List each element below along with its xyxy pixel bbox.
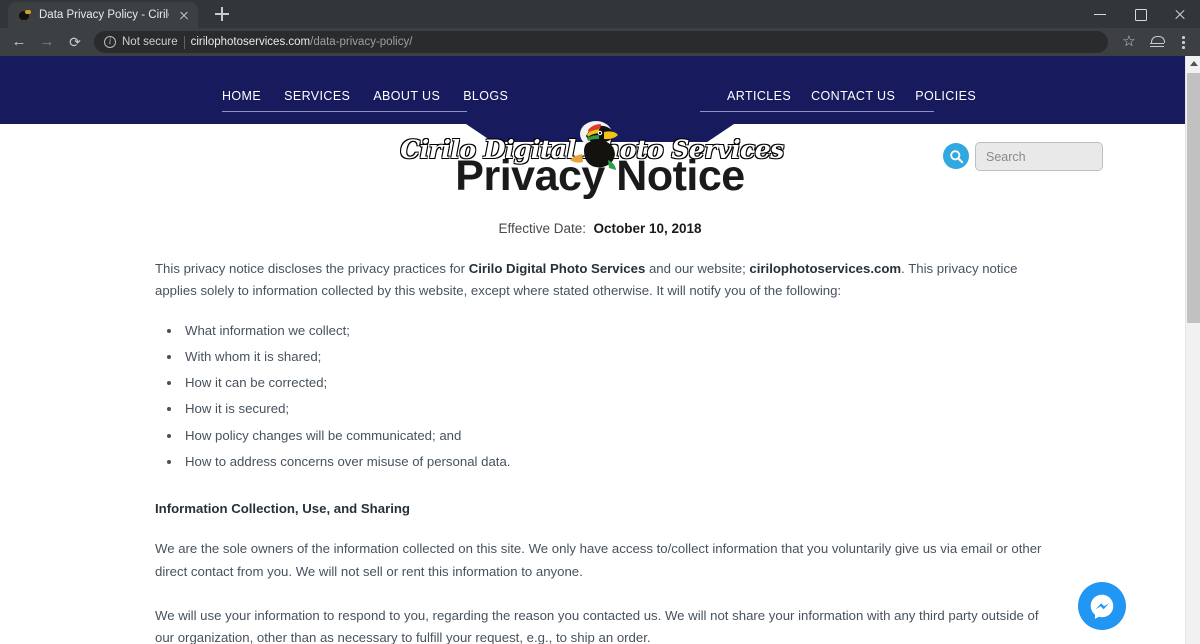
primary-nav-right: ARTICLES CONTACT US POLICIES [727,89,976,103]
maximize-button[interactable] [1120,0,1160,28]
back-button[interactable]: ← [6,29,32,55]
browser-menu-icon[interactable] [1172,29,1194,55]
list-item: How it can be corrected; [182,370,1045,396]
site-header: HOME SERVICES ABOUT US BLOGS ARTICLES CO… [0,56,1188,124]
list-item: How to address concerns over misuse of p… [182,449,1045,475]
list-item: How it is secured; [182,396,1045,422]
bookmark-star-icon[interactable] [1116,29,1142,55]
page-viewport: HOME SERVICES ABOUT US BLOGS ARTICLES CO… [0,56,1200,644]
intro-part-2: and our website; [645,261,750,276]
nav-item-policies[interactable]: POLICIES [915,89,976,103]
forward-button[interactable]: → [34,29,60,55]
reload-icon: ⟳ [69,34,81,50]
toucan-favicon-icon [17,7,32,23]
nav-item-services[interactable]: SERVICES [284,89,350,103]
nav-item-articles[interactable]: ARTICLES [727,89,791,103]
primary-nav-left: HOME SERVICES ABOUT US BLOGS [222,89,508,103]
list-item: With whom it is shared; [182,344,1045,370]
security-status: Not secure [122,36,178,48]
intro-bold-company: Cirilo Digital Photo Services [468,261,646,276]
scroll-up-arrow-icon[interactable] [1186,56,1200,71]
list-item: What information we collect; [182,318,1045,344]
profile-avatar-icon[interactable] [1144,29,1170,55]
list-item: How policy changes will be communicated;… [182,423,1045,449]
back-arrow-icon: ← [11,33,27,50]
url-text: cirilophotoservices.com/data-privacy-pol… [191,36,413,48]
effective-date: Effective Date: October 10, 2018 [155,221,1045,236]
browser-tab[interactable]: Data Privacy Policy - Cirilo Digital [8,2,198,28]
url-domain: cirilophotoservices.com [190,36,311,48]
tab-title: Data Privacy Policy - Cirilo Digital [39,9,169,21]
paragraph-use-of-information: We will use your information to respond … [155,607,1039,644]
intro-part-1: This privacy notice discloses the privac… [155,261,469,276]
url-path: /data-privacy-policy/ [310,36,413,48]
nav-item-about-us[interactable]: ABOUT US [373,89,440,103]
nav-item-home[interactable]: HOME [222,89,261,103]
scrollbar-thumb[interactable] [1187,73,1200,323]
intro-paragraph: This privacy notice discloses the privac… [155,258,1045,303]
intro-bold-domain: cirilophotoservices.com [749,261,902,276]
minimize-button[interactable] [1080,0,1120,28]
address-bar[interactable]: Not secure cirilophotoservices.com/data-… [94,31,1108,53]
effective-date-label: Effective Date: [498,221,586,236]
paragraph-sole-owners: We are the sole owners of the informatio… [155,541,1042,579]
divider [183,35,185,49]
page-scrollbar[interactable] [1185,56,1200,644]
tab-strip: Data Privacy Policy - Cirilo Digital [0,0,1200,28]
browser-toolbar: ← → ⟳ Not secure cirilophotoservices.com… [0,28,1200,56]
info-icon[interactable] [104,36,116,48]
close-icon[interactable] [176,7,192,23]
nav-item-contact-us[interactable]: CONTACT US [811,89,895,103]
nav-divider-left [222,111,467,112]
nav-divider-right [700,111,934,112]
forward-arrow-icon: → [39,33,55,50]
messenger-chat-button[interactable] [1078,582,1126,630]
effective-date-value: October 10, 2018 [593,221,702,236]
window-close-button[interactable] [1160,0,1200,28]
reload-button[interactable]: ⟳ [62,29,88,55]
nav-item-blogs[interactable]: BLOGS [463,89,508,103]
window-controls [1080,0,1200,28]
section-heading-information-collection: Information Collection, Use, and Sharing [155,501,410,517]
browser-window: Data Privacy Policy - Cirilo Digital ← →… [0,0,1200,644]
page-content: Privacy Notice Effective Date: October 1… [0,152,1200,644]
new-tab-button[interactable] [208,0,236,28]
messenger-icon [1090,594,1114,619]
disclosure-list: What information we collect; With whom i… [155,318,1045,476]
page-title: Privacy Notice [455,152,745,200]
